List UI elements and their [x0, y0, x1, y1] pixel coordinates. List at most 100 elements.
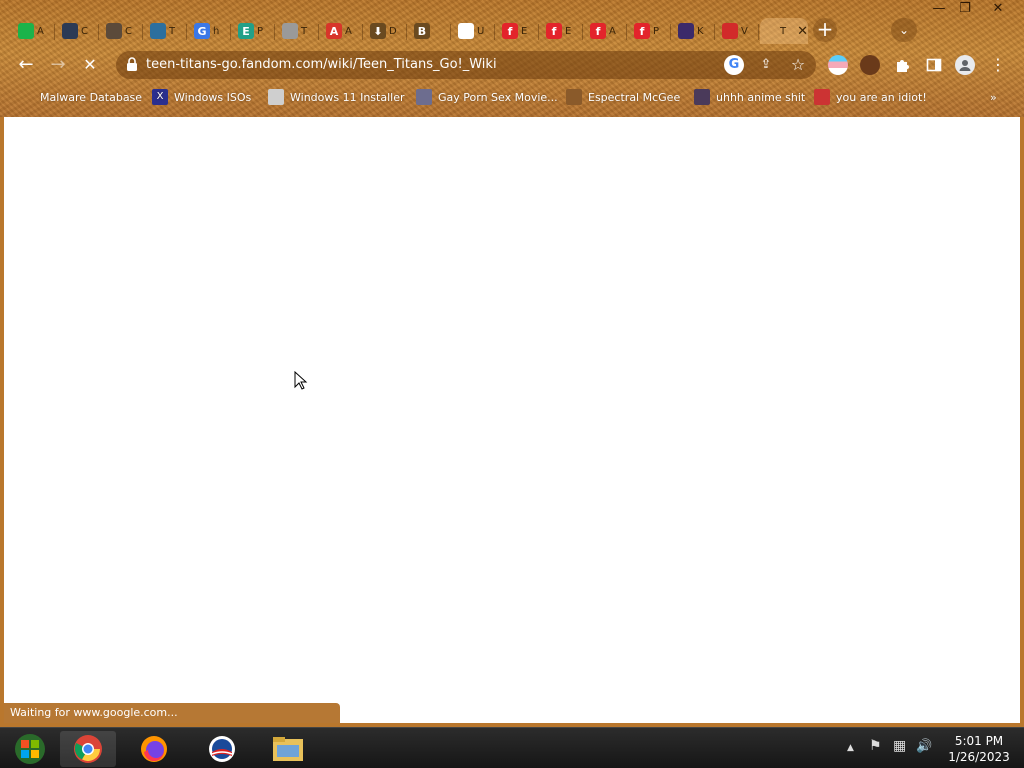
tab-6[interactable]: EP — [232, 18, 272, 44]
side-panel-icon[interactable] — [924, 55, 944, 75]
trans-flag-extension-icon[interactable] — [828, 55, 848, 75]
taskbar-file-explorer[interactable] — [260, 731, 316, 767]
tab-search-button[interactable]: ⌄ — [891, 18, 917, 42]
tab-separator — [54, 24, 55, 40]
stop-loading-button[interactable]: ✕ — [78, 53, 102, 77]
tab-favicon-icon: ⬇ — [370, 23, 386, 39]
bookmark-7[interactable]: you are an idiot! — [814, 88, 927, 106]
back-button[interactable]: ← — [14, 53, 38, 77]
tab-14[interactable]: fA — [584, 18, 624, 44]
forward-button[interactable]: → — [46, 53, 70, 77]
browser-chrome: — ❐ ✕ A C C T Gh E P T A A ⬇ D B G Uf Ef Ef Af P K V T ✕ + ⌄ ←… — [0, 0, 1024, 117]
tab-separator — [186, 24, 187, 40]
clock[interactable]: 5:01 PM 1/26/2023 — [944, 733, 1014, 765]
bookmarks-overflow-button[interactable]: » — [990, 88, 997, 106]
tab-12[interactable]: fE — [496, 18, 536, 44]
mouse-cursor-icon — [294, 371, 308, 390]
tab-18[interactable]: T ✕ — [760, 18, 808, 44]
bookmark-favicon-icon — [814, 89, 830, 105]
tab-separator — [450, 24, 451, 40]
start-orb-icon — [15, 734, 45, 764]
bookmark-4[interactable]: Gay Porn Sex Movie... — [416, 88, 558, 106]
tab-favicon-icon — [678, 23, 694, 39]
tab-separator — [582, 24, 583, 40]
tab-3[interactable]: C — [100, 18, 140, 44]
tab-1[interactable]: A — [12, 18, 52, 44]
network-icon[interactable]: ▦ — [893, 738, 906, 754]
bookmark-label: Windows 11 Installer — [290, 90, 405, 104]
bookmark-favicon-icon — [694, 89, 710, 105]
tab-title: V — [741, 25, 748, 37]
tab-separator — [626, 24, 627, 40]
tab-favicon-icon: G — [458, 23, 474, 39]
taskbar-obama-app[interactable] — [194, 731, 250, 767]
tab-7[interactable]: T — [276, 18, 316, 44]
bookmark-6[interactable]: uhhh anime shit — [694, 88, 805, 106]
tab-title: E — [521, 25, 528, 37]
tab-title: A — [37, 25, 44, 37]
window-frame-right — [1020, 117, 1024, 725]
tab-favicon-icon — [150, 23, 166, 39]
tab-17[interactable]: V — [716, 18, 756, 44]
tab-title: E — [565, 25, 572, 37]
taskbar-chrome[interactable] — [60, 731, 116, 767]
chrome-menu-button[interactable]: ⋮ — [986, 53, 1010, 77]
tab-4[interactable]: T — [144, 18, 184, 44]
tab-16[interactable]: K — [672, 18, 712, 44]
page-content[interactable] — [4, 117, 1020, 723]
bookmark-1[interactable]: Malware Database — [40, 88, 142, 106]
tab-5[interactable]: Gh — [188, 18, 228, 44]
tab-strip: A C C T Gh E P T A A ⬇ D B G Uf Ef Ef Af P K V T ✕ — [0, 14, 1024, 48]
volume-icon[interactable]: 🔊 — [916, 739, 932, 754]
tab-separator — [538, 24, 539, 40]
google-lens-icon[interactable]: G — [724, 55, 744, 75]
tab-favicon-icon — [106, 23, 122, 39]
tab-13[interactable]: fE — [540, 18, 580, 44]
tab-8[interactable]: AA — [320, 18, 360, 44]
tab-favicon-icon: f — [590, 23, 606, 39]
bookmark-5[interactable]: Espectral McGee — [566, 88, 680, 106]
tab-2[interactable]: C — [56, 18, 96, 44]
bookmark-star-icon[interactable]: ☆ — [788, 55, 808, 75]
show-hidden-icons-button[interactable]: ▲ — [847, 743, 854, 753]
obama-logo-icon — [209, 736, 235, 762]
tab-9[interactable]: ⬇ D — [364, 18, 404, 44]
tab-title: T — [779, 25, 787, 37]
share-icon[interactable]: ⇪ — [756, 55, 776, 75]
tab-title: T — [301, 25, 308, 37]
tab-title: T — [169, 25, 176, 37]
bookmark-label: Espectral McGee — [588, 90, 681, 104]
tab-separator — [670, 24, 671, 40]
clock-time: 5:01 PM — [954, 734, 1004, 748]
tab-11[interactable]: GU — [452, 18, 492, 44]
bookmark-favicon-icon — [566, 89, 582, 105]
profile-extension-icon[interactable] — [860, 55, 880, 75]
tab-separator — [714, 24, 715, 40]
tab-title: C — [81, 25, 88, 37]
action-center-flag-icon[interactable]: ⚑ — [869, 738, 882, 754]
tab-title: A — [345, 25, 352, 37]
tab-favicon-icon: f — [634, 23, 650, 39]
tab-favicon-icon — [282, 23, 298, 39]
bookmark-3[interactable]: Windows 11 Installer — [268, 88, 405, 106]
bookmark-favicon-icon — [268, 89, 284, 105]
tab-title: A — [609, 25, 616, 37]
bookmarks-bar: Malware Database X Windows ISOs Windows 11 … — [0, 85, 1024, 109]
tab-favicon-icon — [18, 23, 34, 39]
status-bar: Waiting for www.google.com... — [4, 703, 340, 723]
extensions-puzzle-icon[interactable] — [892, 55, 912, 75]
tab-favicon-icon — [766, 23, 777, 39]
tab-favicon-icon: f — [546, 23, 562, 39]
start-button[interactable] — [2, 731, 58, 767]
tab-10[interactable]: B — [408, 18, 448, 44]
bookmark-2[interactable]: X Windows ISOs — [152, 88, 251, 106]
tab-separator — [142, 24, 143, 40]
profile-avatar-icon[interactable] — [955, 55, 975, 75]
bookmark-label: Gay Porn Sex Movie... — [438, 90, 558, 104]
close-tab-icon[interactable]: ✕ — [797, 24, 808, 39]
tab-15[interactable]: fP — [628, 18, 668, 44]
taskbar-firefox[interactable] — [126, 731, 182, 767]
new-tab-button[interactable]: + — [813, 18, 837, 42]
url-text[interactable]: teen-titans-go.fandom.com/wiki/Teen_Tita… — [146, 57, 497, 72]
address-bar[interactable]: teen-titans-go.fandom.com/wiki/Teen_Tita… — [116, 51, 816, 79]
